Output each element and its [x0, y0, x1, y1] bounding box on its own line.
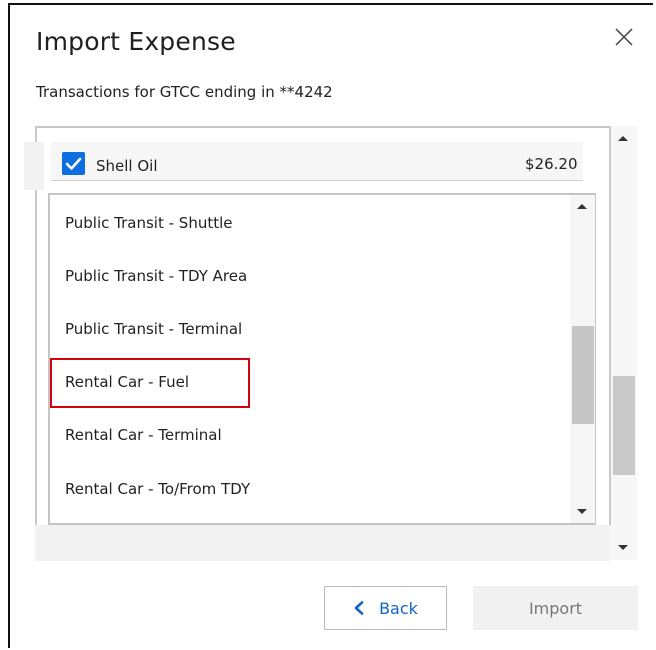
row-side-band — [24, 142, 44, 190]
dialog-subtitle: Transactions for GTCC ending in **4242 — [36, 83, 333, 101]
dropdown-option[interactable]: Public Transit - Terminal — [65, 320, 242, 338]
dropdown-scrollbar-thumb[interactable] — [572, 326, 594, 424]
transaction-amount: $26.20 — [525, 155, 578, 173]
outer-scrollbar-thumb[interactable] — [613, 376, 635, 475]
import-button[interactable]: Import — [473, 586, 638, 630]
dropdown-option[interactable]: Public Transit - Shuttle — [65, 214, 233, 232]
close-icon[interactable] — [613, 26, 635, 48]
outer-scrollbar[interactable] — [611, 126, 637, 560]
dropdown-option[interactable]: Rental Car - Terminal — [65, 426, 222, 444]
dropdown-option[interactable]: Rental Car - To/From TDY — [65, 480, 250, 498]
highlight-box — [50, 358, 250, 408]
import-button-label: Import — [528, 598, 583, 618]
list-footer-band — [35, 525, 611, 561]
checkbox-checked-icon[interactable] — [62, 152, 85, 175]
dropdown-option[interactable]: Public Transit - TDY Area — [65, 267, 247, 285]
back-button-label: Back — [379, 598, 418, 618]
dropdown-scroll-up-arrow-icon[interactable] — [577, 204, 587, 209]
dropdown-scroll-down-arrow-icon[interactable] — [577, 509, 587, 514]
dialog-title: Import Expense — [36, 27, 236, 56]
outer-scroll-up-arrow-icon[interactable] — [618, 136, 628, 141]
back-button[interactable]: Back — [324, 586, 447, 630]
chevron-left-icon — [354, 601, 364, 615]
transaction-name: Shell Oil — [96, 157, 158, 175]
outer-scroll-down-arrow-icon[interactable] — [618, 545, 628, 550]
